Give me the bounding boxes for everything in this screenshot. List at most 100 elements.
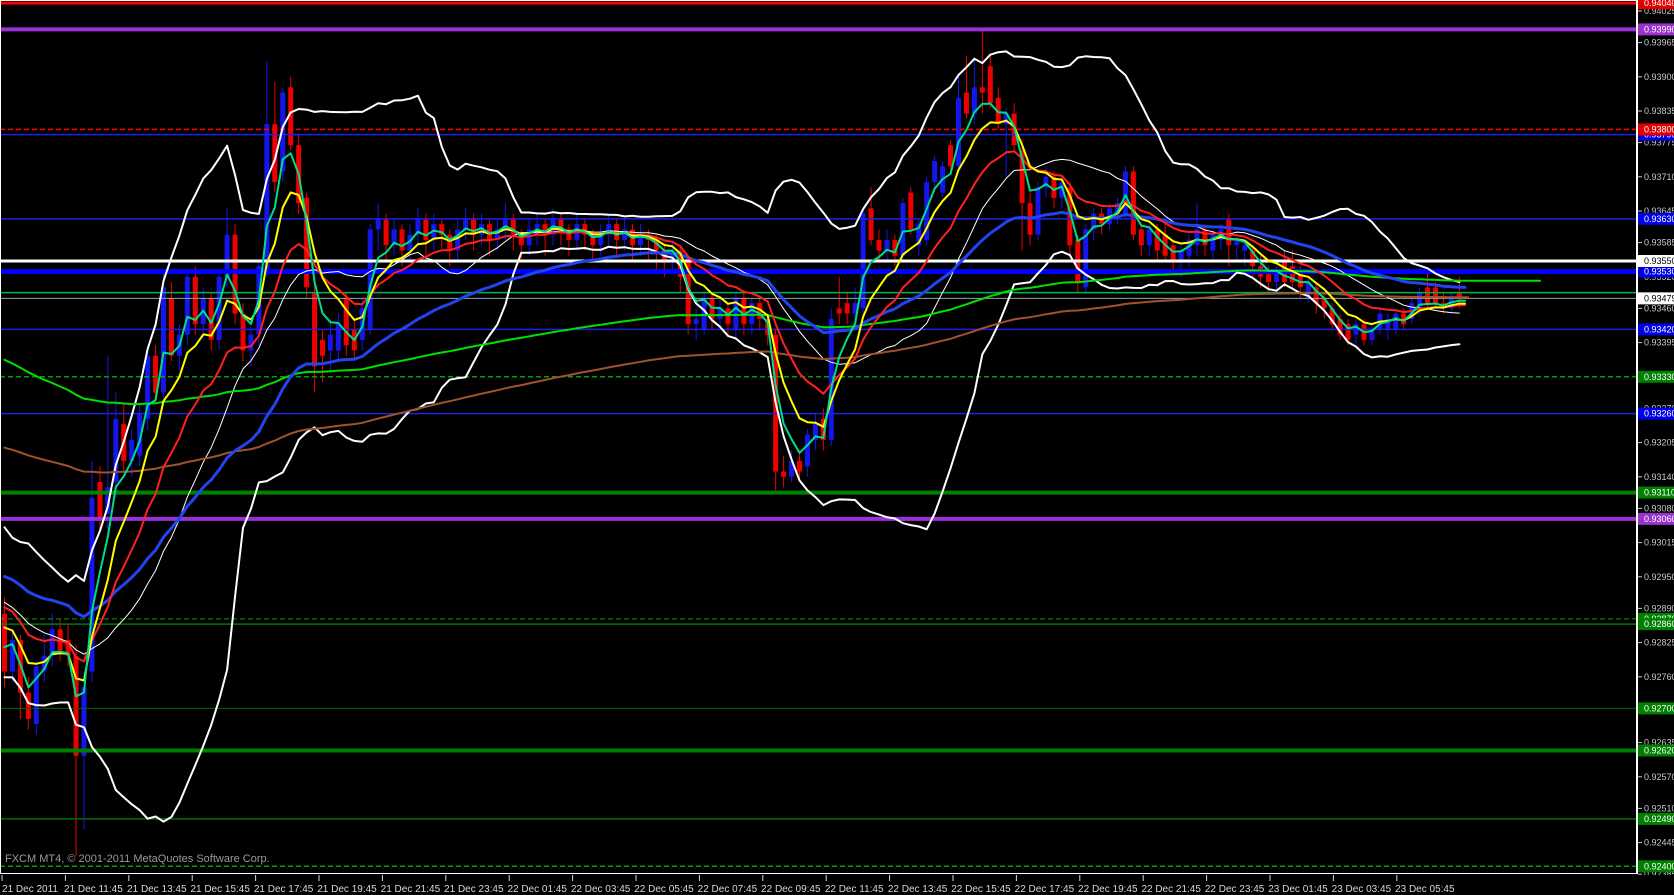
time-axis-label: 22 Dec 13:45	[888, 884, 948, 895]
price-tick-label: 0.92890	[1644, 603, 1674, 613]
candle	[1036, 187, 1041, 234]
candle	[423, 219, 428, 240]
candle	[376, 219, 381, 230]
candle	[908, 193, 913, 230]
price-level-label: 0.93330	[1644, 372, 1674, 382]
candle	[805, 435, 810, 467]
price-tick-label: 0.93015	[1644, 538, 1674, 548]
candle	[869, 208, 874, 240]
price-tick-label: 0.92445	[1644, 838, 1674, 848]
candle	[384, 219, 389, 245]
price-level-label: 0.93420	[1644, 324, 1674, 334]
price-tick-label: 0.92760	[1644, 672, 1674, 682]
candle	[320, 340, 325, 356]
price-tick-label: 0.93395	[1644, 338, 1674, 348]
time-axis-label: 22 Dec 17:45	[1015, 884, 1075, 895]
price-tick-label: 0.93900	[1644, 72, 1674, 82]
price-level-label: 0.93479	[1644, 293, 1674, 303]
candle	[328, 335, 333, 351]
time-axis-label: 22 Dec 09:45	[761, 884, 821, 895]
price-level-label: 0.93630	[1644, 214, 1674, 224]
time-axis-label: 22 Dec 11:45	[825, 884, 884, 895]
candle	[1242, 245, 1247, 250]
time-axis[interactable]: 21 Dec 201121 Dec 11:4521 Dec 13:4521 De…	[0, 875, 1674, 895]
time-axis-label: 21 Dec 21:45	[381, 884, 441, 895]
price-level-label: 0.92700	[1644, 703, 1674, 713]
price-level-label: 0.94040	[1644, 0, 1674, 8]
time-axis-label: 22 Dec 07:45	[698, 884, 758, 895]
price-level-label: 0.92400	[1644, 861, 1674, 871]
candle	[964, 93, 969, 114]
candle	[336, 324, 341, 350]
time-axis-label: 22 Dec 19:45	[1078, 884, 1138, 895]
time-axis-label: 21 Dec 11:45	[64, 884, 123, 895]
price-tick-label: 0.93205	[1644, 438, 1674, 448]
price-tick-label: 0.92950	[1644, 572, 1674, 582]
time-axis-label: 22 Dec 21:45	[1141, 884, 1201, 895]
candle	[169, 298, 174, 356]
price-level-label: 0.92490	[1644, 814, 1674, 824]
price-level-label: 0.93530	[1644, 267, 1674, 277]
candle	[1147, 229, 1152, 245]
price-tick-label: 0.92570	[1644, 772, 1674, 782]
candle	[980, 87, 985, 92]
candle	[1202, 229, 1207, 245]
candle	[1226, 219, 1231, 245]
candle	[1139, 229, 1144, 245]
price-level-label: 0.93800	[1644, 124, 1674, 134]
candle	[845, 303, 850, 314]
candle	[1123, 172, 1128, 214]
candle	[97, 482, 102, 519]
candle	[1393, 314, 1398, 330]
price-level-label: 0.93990	[1644, 24, 1674, 34]
candle	[1171, 245, 1176, 261]
price-tick-label: 0.93140	[1644, 472, 1674, 482]
candle	[26, 693, 31, 719]
price-level-label: 0.93550	[1644, 256, 1674, 266]
candle	[741, 298, 746, 324]
price-tick-label: 0.92510	[1644, 803, 1674, 813]
price-tick-label: 0.93585	[1644, 238, 1674, 248]
time-axis-label: 22 Dec 05:45	[634, 884, 694, 895]
candle	[725, 308, 730, 324]
candle	[241, 314, 246, 351]
time-axis-label: 22 Dec 15:45	[951, 884, 1011, 895]
time-axis-label: 21 Dec 2011	[2, 884, 58, 895]
candle	[877, 240, 882, 251]
candle	[344, 298, 349, 345]
time-axis-label: 21 Dec 19:45	[317, 884, 377, 895]
price-tick-label: 0.92825	[1644, 638, 1674, 648]
time-axis-label: 21 Dec 17:45	[254, 884, 314, 895]
candle	[1433, 287, 1438, 303]
price-tick-label: 0.93835	[1644, 106, 1674, 116]
time-axis-label: 22 Dec 03:45	[571, 884, 631, 895]
candle	[694, 319, 699, 324]
candle	[988, 66, 993, 103]
time-axis-label: 23 Dec 05:45	[1395, 884, 1455, 895]
candle	[233, 235, 238, 314]
candle	[400, 229, 405, 250]
candle	[1131, 172, 1136, 235]
price-level-label: 0.92860	[1644, 619, 1674, 629]
price-axis[interactable]: 0.940250.939650.939000.938350.937750.937…	[1637, 0, 1674, 895]
time-axis-label: 21 Dec 15:45	[190, 884, 250, 895]
candle	[781, 472, 786, 477]
candle	[1425, 287, 1430, 303]
time-axis-label: 23 Dec 01:45	[1268, 884, 1328, 895]
price-tick-label: 0.93080	[1644, 503, 1674, 513]
time-axis-label: 23 Dec 03:45	[1332, 884, 1392, 895]
candle	[900, 203, 905, 256]
time-axis-label: 22 Dec 01:45	[507, 884, 567, 895]
time-axis-label: 21 Dec 23:45	[444, 884, 504, 895]
price-chart-canvas[interactable]: 0.940250.939650.939000.938350.937750.937…	[0, 0, 1674, 895]
price-level-label: 0.93260	[1644, 409, 1674, 419]
candle	[614, 224, 619, 240]
candle	[2, 614, 7, 672]
candle	[932, 161, 937, 182]
price-tick-label: 0.93460	[1644, 303, 1674, 313]
candle	[82, 687, 87, 755]
mt4-chart-window: 0.940250.939650.939000.938350.937750.937…	[0, 0, 1674, 895]
candle	[797, 461, 802, 472]
price-level-label: 0.93110	[1644, 488, 1674, 498]
candle	[956, 98, 961, 166]
